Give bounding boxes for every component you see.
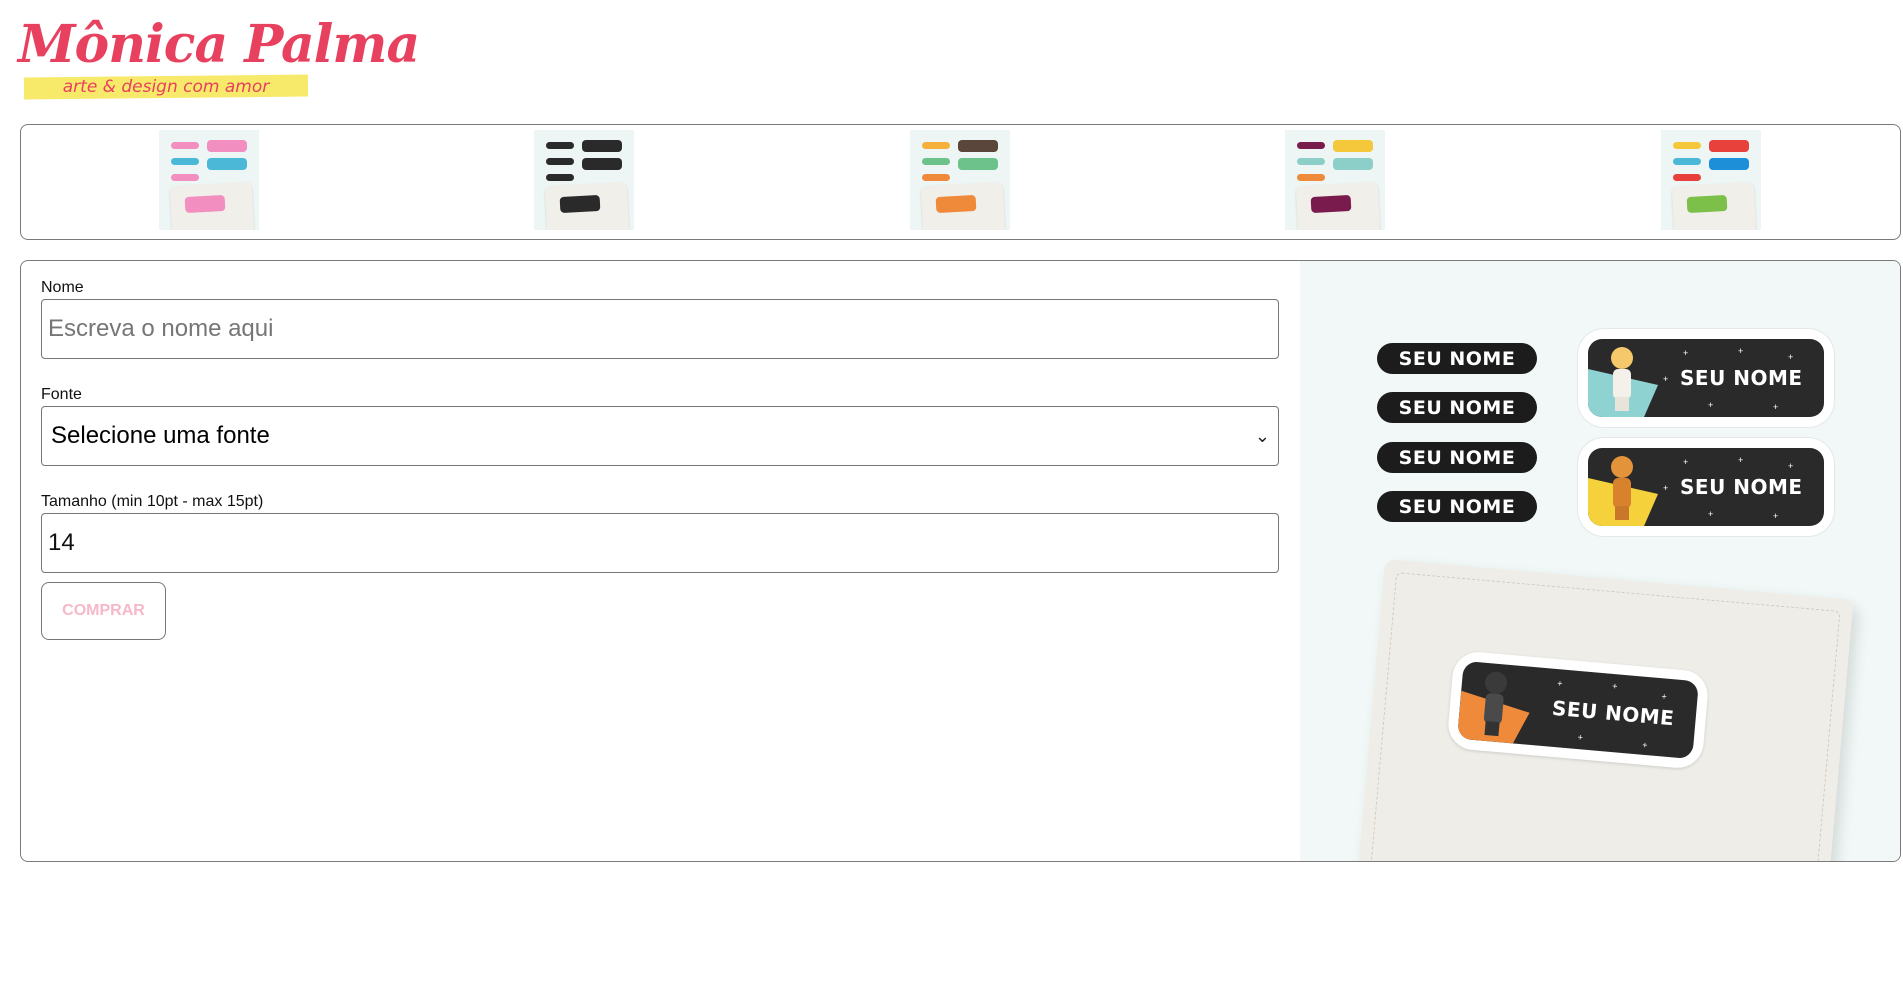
name-input[interactable]: Escreva o nome aqui — [41, 299, 1279, 359]
thumbnail-chip — [958, 140, 998, 152]
thumbnail-stripe — [1297, 158, 1325, 165]
thumbnail-stripe — [546, 174, 574, 181]
theme-thumbnail-purple-yellow[interactable] — [1285, 130, 1385, 230]
brand-tagline: arte & design com amor — [62, 77, 270, 97]
small-label-preview: SEU NOME — [1377, 491, 1537, 522]
customizer-card: Nome Escreva o nome aqui Fonte Selecione… — [20, 260, 1901, 862]
brand-name: Mônica Palma — [18, 14, 420, 75]
small-label-preview: SEU NOME — [1377, 392, 1537, 423]
thumbnail-bag-tag — [935, 194, 977, 214]
chevron-down-icon: ⌄ — [1254, 425, 1270, 446]
size-input[interactable]: 14 — [41, 513, 1279, 573]
thumbnail-chip — [582, 140, 622, 152]
buy-button[interactable]: COMPRAR — [41, 582, 166, 640]
font-select[interactable]: Selecione uma fonte ⌄ — [41, 406, 1279, 466]
size-value: 14 — [48, 529, 75, 556]
thumbnail-stripe — [171, 158, 199, 165]
thumbnail-bag-tag — [1686, 194, 1728, 214]
thumbnail-stripe — [922, 158, 950, 165]
thumbnail-stripe — [546, 142, 574, 149]
thumbnail-chip — [207, 140, 247, 152]
font-select-value: Selecione uma fonte — [51, 422, 270, 449]
thumbnail-stripe — [1297, 142, 1325, 149]
thumbnail-bag-tag — [1310, 194, 1352, 214]
small-label-preview: SEU NOME — [1377, 343, 1537, 374]
theme-thumbnail-multicolor[interactable] — [1661, 130, 1761, 230]
name-placeholder: Escreva o nome aqui — [48, 315, 274, 342]
thumbnail-stripe — [1673, 142, 1701, 149]
small-label-preview: SEU NOME — [1377, 442, 1537, 473]
label-preview: SEU NOME SEU NOME SEU NOME SEU NOME SEU … — [1300, 261, 1900, 861]
theme-thumbnail-pink-blue[interactable] — [159, 130, 259, 230]
large-label-text: SEU NOME — [1680, 475, 1803, 499]
thumbnail-stripe — [546, 158, 574, 165]
thumbnail-chip — [582, 158, 622, 170]
large-label-text: SEU NOME — [1680, 366, 1803, 390]
name-label: Nome — [41, 279, 84, 296]
thumbnail-stripe — [1673, 174, 1701, 181]
darth-vader-figure — [1476, 670, 1511, 737]
theme-thumbnail-orange-green[interactable] — [910, 130, 1010, 230]
size-label: Tamanho (min 10pt - max 15pt) — [41, 493, 264, 510]
thumbnail-bag-tag — [184, 194, 226, 214]
thumbnail-stripe — [922, 174, 950, 181]
notebook-label-text: SEU NOME — [1551, 695, 1676, 731]
thumbnail-chip — [958, 158, 998, 170]
font-label: Fonte — [41, 386, 82, 403]
thumbnail-stripe — [922, 142, 950, 149]
label-form: Nome Escreva o nome aqui Fonte Selecione… — [41, 279, 1279, 640]
large-label-preview: SEU NOME + + + + + + — [1578, 438, 1834, 536]
thumbnail-stripe — [1297, 174, 1325, 181]
thumbnail-stripe — [171, 174, 199, 181]
theme-thumbnail-black[interactable] — [534, 130, 634, 230]
thumbnail-chip — [1709, 140, 1749, 152]
luke-skywalker-figure — [1606, 347, 1636, 411]
thumbnail-chip — [207, 158, 247, 170]
thumbnail-stripe — [1673, 158, 1701, 165]
theme-thumbnail-strip — [20, 124, 1901, 240]
brand-logo[interactable]: Mônica Palma arte & design com amor — [18, 14, 420, 104]
thumbnail-chip — [1333, 140, 1373, 152]
thumbnail-chip — [1333, 158, 1373, 170]
thumbnail-bag-tag — [559, 194, 601, 214]
c3po-figure — [1606, 456, 1636, 520]
thumbnail-stripe — [171, 142, 199, 149]
large-label-preview: SEU NOME + + + + + + — [1578, 329, 1834, 427]
thumbnail-chip — [1709, 158, 1749, 170]
